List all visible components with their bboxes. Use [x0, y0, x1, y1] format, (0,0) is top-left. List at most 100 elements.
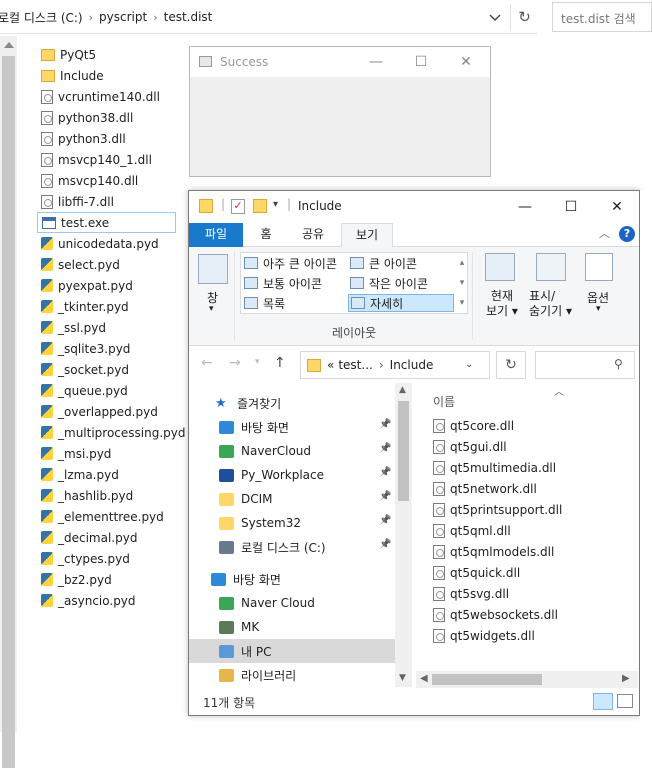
- layout-details[interactable]: 자세히: [348, 294, 454, 312]
- list-item[interactable]: _socket.pyd: [37, 359, 182, 380]
- list-item[interactable]: _msi.pyd: [37, 443, 182, 464]
- breadcrumb-separator-icon[interactable]: ›: [89, 11, 93, 24]
- search-icon[interactable]: ⚲: [614, 357, 623, 371]
- close-icon[interactable]: ✕: [456, 53, 476, 71]
- layout-small-icons[interactable]: 작은 아이콘: [350, 274, 428, 292]
- nav-item[interactable]: System32: [219, 511, 301, 535]
- up-arrow-icon[interactable]: ↑: [274, 355, 286, 371]
- nav-item[interactable]: 바탕 화면: [211, 567, 281, 591]
- nav-item[interactable]: Py_Workplace: [219, 463, 324, 487]
- list-item[interactable]: qt5svg.dll: [433, 583, 509, 604]
- pane-dropdown-icon[interactable]: ▾: [209, 304, 214, 314]
- current-view-button[interactable]: 현재 보기 ▾: [486, 289, 518, 319]
- scroll-right-icon[interactable]: ▶: [622, 673, 630, 684]
- search-input[interactable]: test.dist 검색: [552, 2, 652, 32]
- list-item[interactable]: qt5network.dll: [433, 478, 537, 499]
- back-address-bar[interactable]: 로컬 디스크 (C:) › pyscript › test.dist ↻: [0, 0, 537, 34]
- nav-pane-scrollbar[interactable]: ▲ ▼: [395, 383, 412, 687]
- list-item[interactable]: _hashlib.pyd: [37, 485, 182, 506]
- options-dropdown-icon[interactable]: ▾: [596, 304, 601, 314]
- list-item[interactable]: vcruntime140.dll: [37, 86, 182, 107]
- list-item[interactable]: qt5qml.dll: [433, 520, 511, 541]
- list-item[interactable]: qt5qmlmodels.dll: [433, 541, 554, 562]
- window-title-bar[interactable]: | ✓ ▾ | Include — ☐ ✕: [189, 191, 639, 223]
- layout-extra-large-icons[interactable]: 아주 큰 아이콘: [244, 254, 337, 272]
- large-icons-view-icon[interactable]: [617, 694, 633, 708]
- list-item[interactable]: qt5quick.dll: [433, 562, 520, 583]
- list-item[interactable]: _ssl.pyd: [37, 317, 182, 338]
- breadcrumb-test-dist[interactable]: test.dist: [164, 10, 213, 24]
- pin-icon[interactable]: 📌: [379, 539, 391, 550]
- list-item[interactable]: msvcp140_1.dll: [37, 149, 182, 170]
- layout-scroll-arrows-icon[interactable]: ▴ ▾ ▾: [457, 253, 467, 313]
- new-folder-icon[interactable]: [253, 199, 267, 213]
- minimize-icon[interactable]: —: [366, 53, 386, 71]
- horizontal-scrollbar[interactable]: ◀ ▶: [416, 671, 638, 688]
- maximize-icon[interactable]: ☐: [561, 198, 581, 216]
- maximize-icon[interactable]: ☐: [411, 53, 431, 71]
- list-item[interactable]: _queue.pyd: [37, 380, 182, 401]
- address-dropdown-icon[interactable]: [486, 10, 504, 26]
- properties-icon[interactable]: ✓: [231, 199, 245, 214]
- address-current[interactable]: Include: [390, 358, 434, 372]
- address-bar[interactable]: « test... › Include ⌄: [300, 351, 490, 379]
- list-item[interactable]: libffi-7.dll: [37, 191, 182, 212]
- nav-item[interactable]: 내 PC: [219, 639, 271, 663]
- vertical-scrollbar[interactable]: [0, 36, 17, 768]
- address-parent[interactable]: test...: [338, 358, 373, 372]
- dialog-title-bar[interactable]: Success — ☐ ✕: [190, 47, 490, 77]
- nav-item[interactable]: ★ 즐겨찾기: [215, 391, 281, 415]
- breadcrumb-drive[interactable]: 로컬 디스크 (C:): [0, 9, 83, 26]
- list-item[interactable]: qt5widgets.dll: [433, 625, 535, 646]
- list-item[interactable]: qt5multimedia.dll: [433, 457, 556, 478]
- list-item[interactable]: Include: [37, 65, 182, 86]
- breadcrumb-separator-icon[interactable]: ›: [153, 11, 157, 24]
- tab-view[interactable]: 보기: [341, 223, 393, 248]
- collapse-ribbon-icon[interactable]: ︿: [599, 225, 610, 241]
- list-item[interactable]: msvcp140.dll: [37, 170, 182, 191]
- close-icon[interactable]: ✕: [607, 198, 627, 216]
- details-view-icon[interactable]: [593, 693, 613, 710]
- nav-item[interactable]: 라이브러리: [219, 663, 296, 687]
- show-hide-icon[interactable]: [536, 253, 566, 281]
- show-hide-button[interactable]: 표시/숨기기 ▾: [529, 289, 572, 319]
- sort-ascending-icon[interactable]: ︿: [554, 383, 564, 398]
- pin-icon[interactable]: 📌: [379, 419, 391, 430]
- search-input[interactable]: ⚲: [535, 351, 635, 379]
- quick-access-dropdown-icon[interactable]: ▾: [273, 199, 278, 210]
- refresh-icon[interactable]: ↻: [510, 4, 538, 30]
- list-item[interactable]: _tkinter.pyd: [37, 296, 182, 317]
- list-item[interactable]: unicodedata.pyd: [37, 233, 182, 254]
- list-item[interactable]: qt5websockets.dll: [433, 604, 558, 625]
- nav-item[interactable]: DCIM: [219, 487, 273, 511]
- layout-large-icons[interactable]: 큰 아이콘: [350, 254, 417, 272]
- pin-icon[interactable]: 📌: [379, 467, 391, 478]
- tab-file[interactable]: 파일: [189, 223, 243, 247]
- nav-item[interactable]: MK: [219, 615, 259, 639]
- tab-home[interactable]: 홈: [249, 223, 283, 247]
- pane-icon[interactable]: [198, 254, 228, 284]
- options-icon[interactable]: [585, 253, 613, 281]
- address-dropdown-icon[interactable]: ⌄: [465, 359, 473, 370]
- list-item[interactable]: _asyncio.pyd: [37, 590, 182, 611]
- help-icon[interactable]: ?: [619, 226, 635, 242]
- refresh-icon[interactable]: ↻: [496, 351, 526, 379]
- list-item[interactable]: qt5gui.dll: [433, 436, 507, 457]
- nav-item[interactable]: NaverCloud: [219, 439, 311, 463]
- pin-icon[interactable]: 📌: [379, 491, 391, 502]
- scroll-up-icon[interactable]: ▲: [399, 385, 406, 395]
- list-item[interactable]: _sqlite3.pyd: [37, 338, 182, 359]
- list-item[interactable]: _elementtree.pyd: [37, 506, 182, 527]
- list-item[interactable]: _decimal.pyd: [37, 527, 182, 548]
- list-item[interactable]: test.exe: [37, 212, 176, 233]
- scroll-down-icon[interactable]: ▼: [399, 673, 406, 683]
- forward-arrow-icon[interactable]: →: [229, 355, 241, 371]
- list-item[interactable]: python3.dll: [37, 128, 182, 149]
- scrollbar-thumb[interactable]: [398, 401, 409, 501]
- scrollbar-thumb[interactable]: [2, 56, 15, 768]
- nav-item[interactable]: 로컬 디스크 (C:): [219, 535, 326, 559]
- breadcrumb-pyscript[interactable]: pyscript: [99, 10, 147, 24]
- back-arrow-icon[interactable]: ←: [201, 355, 213, 371]
- list-item[interactable]: _ctypes.pyd: [37, 548, 182, 569]
- list-item[interactable]: pyexpat.pyd: [37, 275, 182, 296]
